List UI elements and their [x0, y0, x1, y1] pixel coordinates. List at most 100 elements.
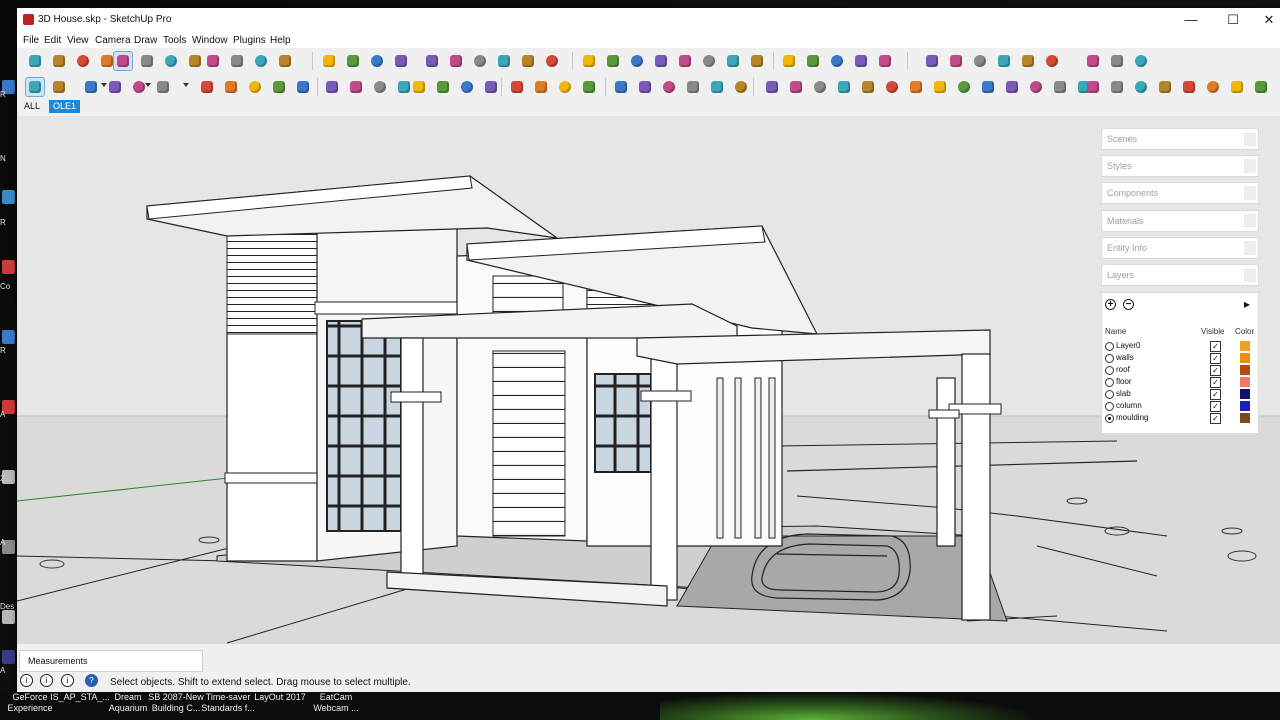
principal-tool-2-icon[interactable] [343, 51, 363, 71]
tray-components[interactable]: Components [1101, 182, 1259, 204]
taskbar-item[interactable]: Time-saver Standards f... [198, 692, 258, 714]
views-tool-5-icon[interactable] [518, 51, 538, 71]
section-tool-3-icon[interactable] [1131, 51, 1151, 71]
active-layer-radio[interactable] [1105, 378, 1114, 387]
extensions-tool-1-icon[interactable] [1083, 77, 1103, 97]
walk-tool-2-icon[interactable] [531, 77, 551, 97]
plugins-tool-8-icon[interactable] [930, 77, 950, 97]
plugins-tool-5-icon[interactable] [858, 77, 878, 97]
close-button[interactable]: ✕ [1253, 10, 1280, 30]
section-tool-2-icon[interactable] [1107, 51, 1127, 71]
layer-row[interactable]: walls ✓ [1102, 353, 1258, 365]
draw-tool-4-icon[interactable] [651, 51, 671, 71]
camera-tool-4-icon[interactable] [481, 77, 501, 97]
sandbox-tool-6-icon[interactable] [731, 77, 751, 97]
sandbox-tool-5-icon[interactable] [707, 77, 727, 97]
principal-tool-3-icon[interactable] [367, 51, 387, 71]
plugins-tool-12-icon[interactable] [1026, 77, 1046, 97]
views-tool-6-icon[interactable] [542, 51, 562, 71]
tray-layers[interactable]: Layers [1101, 264, 1259, 286]
chevron-down-icon[interactable] [183, 83, 189, 87]
modify2-tool-3-icon[interactable] [245, 77, 265, 97]
edit-tool-4-icon[interactable] [185, 51, 205, 71]
edit-tool-3-icon[interactable] [161, 51, 181, 71]
construct2-tool-1-icon[interactable] [322, 77, 342, 97]
walk-tool-1-icon[interactable] [507, 77, 527, 97]
plugins-tool-1-icon[interactable] [762, 77, 782, 97]
large-toolset-tool-1-icon[interactable] [25, 77, 45, 97]
open-file-icon[interactable] [49, 51, 69, 71]
modify2-tool-1-icon[interactable] [197, 77, 217, 97]
extensions-tool-2-icon[interactable] [1107, 77, 1127, 97]
draw-tool-7-icon[interactable] [723, 51, 743, 71]
construct-tool-3-icon[interactable] [970, 51, 990, 71]
draw-tool-5-icon[interactable] [675, 51, 695, 71]
layer-visible-checkbox[interactable]: ✓ [1210, 389, 1221, 400]
sandbox-tool-4-icon[interactable] [683, 77, 703, 97]
history-tool-4-icon[interactable] [275, 51, 295, 71]
construct-tool-6-icon[interactable] [1042, 51, 1062, 71]
menu-file[interactable]: File [23, 35, 39, 46]
edit-tool-1-icon[interactable] [113, 51, 133, 71]
draw2-tool-1-icon[interactable] [81, 77, 101, 97]
new-file-icon[interactable] [25, 51, 45, 71]
measurements-box[interactable]: Measurements [19, 650, 203, 672]
desktop-shortcut-icon[interactable] [2, 260, 15, 274]
help-icon[interactable]: ? [85, 674, 98, 687]
layer-visible-checkbox[interactable]: ✓ [1210, 377, 1221, 388]
layer-color-swatch[interactable] [1240, 353, 1250, 363]
active-layer-radio[interactable] [1105, 414, 1114, 423]
construct-tool-2-icon[interactable] [946, 51, 966, 71]
desktop-shortcut-icon[interactable] [2, 190, 15, 204]
construct-tool-4-icon[interactable] [994, 51, 1014, 71]
edit-tool-2-icon[interactable] [137, 51, 157, 71]
user-account-icon[interactable]: i [61, 674, 74, 687]
menu-plugins[interactable]: Plugins [233, 35, 266, 46]
menu-window[interactable]: Window [192, 35, 228, 46]
extensions-tool-6-icon[interactable] [1203, 77, 1223, 97]
extensions-tool-5-icon[interactable] [1179, 77, 1199, 97]
delete-layer-icon[interactable]: − [1123, 299, 1134, 310]
modify2-tool-2-icon[interactable] [221, 77, 241, 97]
menu-view[interactable]: View [67, 35, 89, 46]
section-tool-1-icon[interactable] [1083, 51, 1103, 71]
tray-entity-info[interactable]: Entity Info [1101, 237, 1259, 259]
layer-row[interactable]: column ✓ [1102, 401, 1258, 413]
tray-materials[interactable]: Materials [1101, 210, 1259, 232]
layer-row[interactable]: floor ✓ [1102, 377, 1258, 389]
views-tool-3-icon[interactable] [470, 51, 490, 71]
extensions-tool-8-icon[interactable] [1251, 77, 1271, 97]
extensions-tool-3-icon[interactable] [1131, 77, 1151, 97]
tray-scenes[interactable]: Scenes [1101, 128, 1259, 150]
plugins-tool-10-icon[interactable] [978, 77, 998, 97]
plugins-tool-7-icon[interactable] [906, 77, 926, 97]
draw-tool-1-icon[interactable] [579, 51, 599, 71]
add-layer-icon[interactable]: + [1105, 299, 1116, 310]
layer-row[interactable]: Layer0 ✓ [1102, 341, 1258, 353]
active-layer-radio[interactable] [1105, 402, 1114, 411]
tray-styles[interactable]: Styles [1101, 155, 1259, 177]
active-layer-radio[interactable] [1105, 366, 1114, 375]
menu-draw[interactable]: Draw [134, 35, 157, 46]
plugins-tool-4-icon[interactable] [834, 77, 854, 97]
construct2-tool-3-icon[interactable] [370, 77, 390, 97]
camera-tool-1-icon[interactable] [409, 77, 429, 97]
plugins-tool-13-icon[interactable] [1050, 77, 1070, 97]
sandbox-tool-1-icon[interactable] [611, 77, 631, 97]
construct-tool-5-icon[interactable] [1018, 51, 1038, 71]
modify2-tool-4-icon[interactable] [269, 77, 289, 97]
menu-camera[interactable]: Camera [95, 35, 131, 46]
extensions-tool-4-icon[interactable] [1155, 77, 1175, 97]
layer-color-swatch[interactable] [1240, 389, 1250, 399]
plugins-tool-9-icon[interactable] [954, 77, 974, 97]
draw-tool-3-icon[interactable] [627, 51, 647, 71]
save-icon[interactable] [73, 51, 93, 71]
modify-tool-4-icon[interactable] [851, 51, 871, 71]
history-tool-1-icon[interactable] [203, 51, 223, 71]
walk-tool-4-icon[interactable] [579, 77, 599, 97]
modify2-tool-5-icon[interactable] [293, 77, 313, 97]
history-tool-2-icon[interactable] [227, 51, 247, 71]
draw-tool-2-icon[interactable] [603, 51, 623, 71]
active-layer-radio[interactable] [1105, 342, 1114, 351]
plugins-tool-11-icon[interactable] [1002, 77, 1022, 97]
